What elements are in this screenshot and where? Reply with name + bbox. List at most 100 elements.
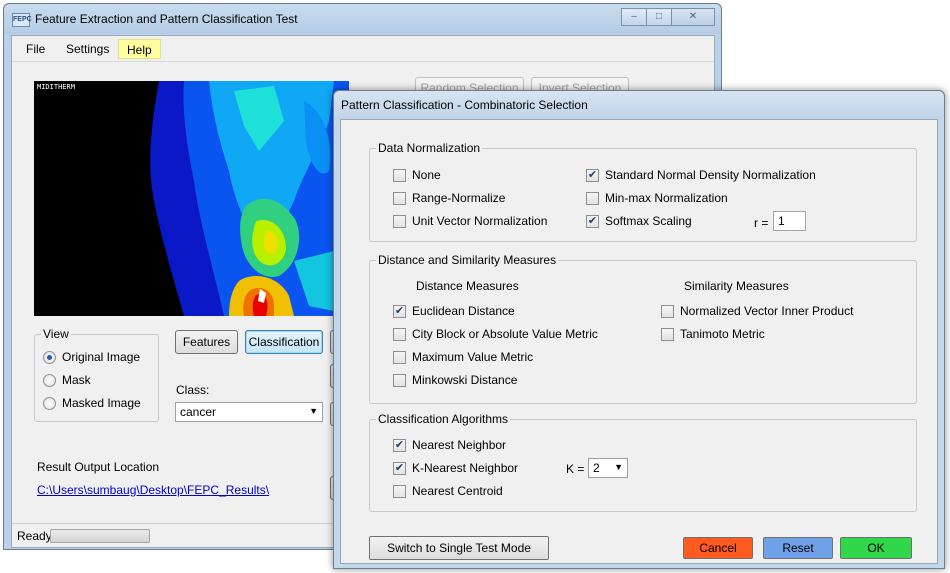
class-dropdown-value: cancer [180, 405, 217, 419]
ok-button[interactable]: OK [840, 537, 912, 559]
checkbox-softmax[interactable]: ✔ Softmax Scaling [586, 213, 692, 229]
main-window-title: Feature Extraction and Pattern Classific… [35, 12, 298, 26]
k-dropdown-value: 2 [593, 461, 600, 475]
reset-button[interactable]: Reset [763, 537, 833, 559]
radio-button[interactable] [43, 373, 56, 387]
classification-button[interactable]: Classification [245, 330, 323, 354]
data-normalization-title: Data Normalization [376, 141, 483, 155]
checkbox-euclidean[interactable]: ✔ Euclidean Distance [393, 303, 515, 319]
checkbox-label: Min-max Normalization [605, 191, 728, 205]
class-dropdown[interactable]: cancer ▼ [175, 402, 323, 422]
output-location-label: Result Output Location [37, 460, 160, 474]
dialog-client-area: Data Normalization None Range-Normalize … [340, 119, 938, 564]
checkbox[interactable] [393, 191, 406, 205]
classification-dialog: Pattern Classification - Combinatoric Se… [333, 90, 945, 569]
checkbox-label: City Block or Absolute Value Metric [412, 327, 598, 341]
checkbox-maximum-value[interactable]: Maximum Value Metric [393, 349, 533, 365]
radio-label: Masked Image [62, 396, 141, 410]
checkbox-standard-normal[interactable]: ✔ Standard Normal Density Normalization [586, 167, 816, 183]
radio-label: Original Image [62, 350, 141, 364]
checkbox-label: Unit Vector Normalization [412, 214, 548, 228]
checkbox-label: Minkowski Distance [412, 373, 518, 387]
menu-bar: File Settings Help [12, 36, 714, 62]
switch-single-test-button[interactable]: Switch to Single Test Mode [369, 536, 549, 560]
checkbox[interactable]: ✔ [393, 438, 406, 452]
chevron-down-icon: ▼ [614, 462, 623, 472]
checkbox-unit-vector[interactable]: Unit Vector Normalization [393, 213, 547, 229]
thermal-image-label: MIDITHERM [37, 83, 75, 91]
classification-algorithms-title: Classification Algorithms [376, 412, 511, 426]
checkbox-k-nearest-neighbor[interactable]: ✔ K-Nearest Neighbor [393, 460, 518, 476]
checkbox-range-normalize[interactable]: Range-Normalize [393, 190, 505, 206]
k-dropdown[interactable]: 2 ▼ [588, 458, 628, 478]
app-icon: FEPC [12, 13, 32, 27]
features-button[interactable]: Features [175, 330, 238, 354]
status-text: Ready [17, 529, 52, 543]
checkbox[interactable]: ✔ [586, 168, 599, 182]
checkbox-nearest-neighbor[interactable]: ✔ Nearest Neighbor [393, 437, 506, 453]
distance-similarity-title: Distance and Similarity Measures [376, 253, 559, 267]
checkbox-minkowski[interactable]: Minkowski Distance [393, 372, 517, 388]
menu-settings[interactable]: Settings [58, 39, 117, 59]
r-label: r = [754, 216, 769, 230]
checkbox[interactable] [393, 327, 406, 341]
progress-bar [50, 529, 150, 543]
checkbox-label: None [412, 168, 441, 182]
classification-algorithms-group: Classification Algorithms ✔ Nearest Neig… [369, 412, 917, 512]
checkbox[interactable] [586, 191, 599, 205]
checkbox-min-max[interactable]: Min-max Normalization [586, 190, 728, 206]
distance-measures-header: Distance Measures [416, 279, 519, 293]
view-group-title: View [41, 327, 71, 341]
data-normalization-group: Data Normalization None Range-Normalize … [369, 141, 917, 242]
checkbox-label: Maximum Value Metric [412, 350, 534, 364]
close-icon[interactable]: ✕ [671, 8, 715, 26]
checkbox-tanimoto[interactable]: Tanimoto Metric [661, 326, 765, 342]
cancel-button[interactable]: Cancel [683, 537, 753, 559]
radio-button[interactable] [43, 396, 56, 410]
checkbox-label: Tanimoto Metric [680, 327, 765, 341]
view-group: View Original Image Mask Masked Image [34, 327, 159, 422]
r-input[interactable]: 1 [773, 211, 806, 231]
checkbox[interactable] [393, 350, 406, 364]
radio-button[interactable] [43, 350, 56, 364]
checkbox[interactable]: ✔ [393, 304, 406, 318]
checkbox-label: Nearest Neighbor [412, 438, 507, 452]
checkbox-label: Normalized Vector Inner Product [680, 304, 854, 318]
checkbox-label: Nearest Centroid [412, 484, 503, 498]
checkbox-inner-product[interactable]: Normalized Vector Inner Product [661, 303, 853, 319]
minimize-icon[interactable]: – [621, 8, 647, 26]
checkbox[interactable] [393, 373, 406, 387]
checkbox[interactable]: ✔ [393, 461, 406, 475]
checkbox-city-block[interactable]: City Block or Absolute Value Metric [393, 326, 598, 342]
checkbox[interactable] [393, 484, 406, 498]
checkbox-label: Euclidean Distance [412, 304, 515, 318]
checkbox[interactable] [393, 214, 406, 228]
radio-original-image[interactable]: Original Image [43, 349, 140, 365]
dialog-title: Pattern Classification - Combinatoric Se… [341, 98, 588, 112]
checkbox-none[interactable]: None [393, 167, 441, 183]
menu-file[interactable]: File [18, 39, 53, 59]
thermal-image-graphic [34, 81, 349, 316]
maximize-icon[interactable]: □ [646, 8, 672, 26]
checkbox-label: K-Nearest Neighbor [412, 461, 519, 475]
k-label: K = [566, 462, 585, 476]
radio-mask[interactable]: Mask [43, 372, 91, 388]
output-location-link[interactable]: C:\Users\sumbaug\Desktop\FEPC_Results\ [37, 483, 269, 497]
radio-label: Mask [62, 373, 91, 387]
checkbox[interactable] [661, 304, 674, 318]
similarity-measures-header: Similarity Measures [684, 279, 789, 293]
checkbox-nearest-centroid[interactable]: Nearest Centroid [393, 483, 503, 499]
checkbox[interactable] [393, 168, 406, 182]
checkbox-label: Standard Normal Density Normalization [605, 168, 816, 182]
window-controls: – □ ✕ [621, 8, 715, 26]
class-label: Class: [176, 383, 210, 397]
dialog-title-bar[interactable]: Pattern Classification - Combinatoric Se… [334, 91, 944, 119]
checkbox-label: Softmax Scaling [605, 214, 692, 228]
menu-help[interactable]: Help [118, 39, 161, 59]
checkbox[interactable] [661, 327, 674, 341]
main-title-bar[interactable]: FEPC Feature Extraction and Pattern Clas… [4, 4, 721, 34]
radio-masked-image[interactable]: Masked Image [43, 395, 141, 411]
checkbox-label: Range-Normalize [412, 191, 506, 205]
thermal-image: MIDITHERM [34, 81, 349, 316]
checkbox[interactable]: ✔ [586, 214, 599, 228]
